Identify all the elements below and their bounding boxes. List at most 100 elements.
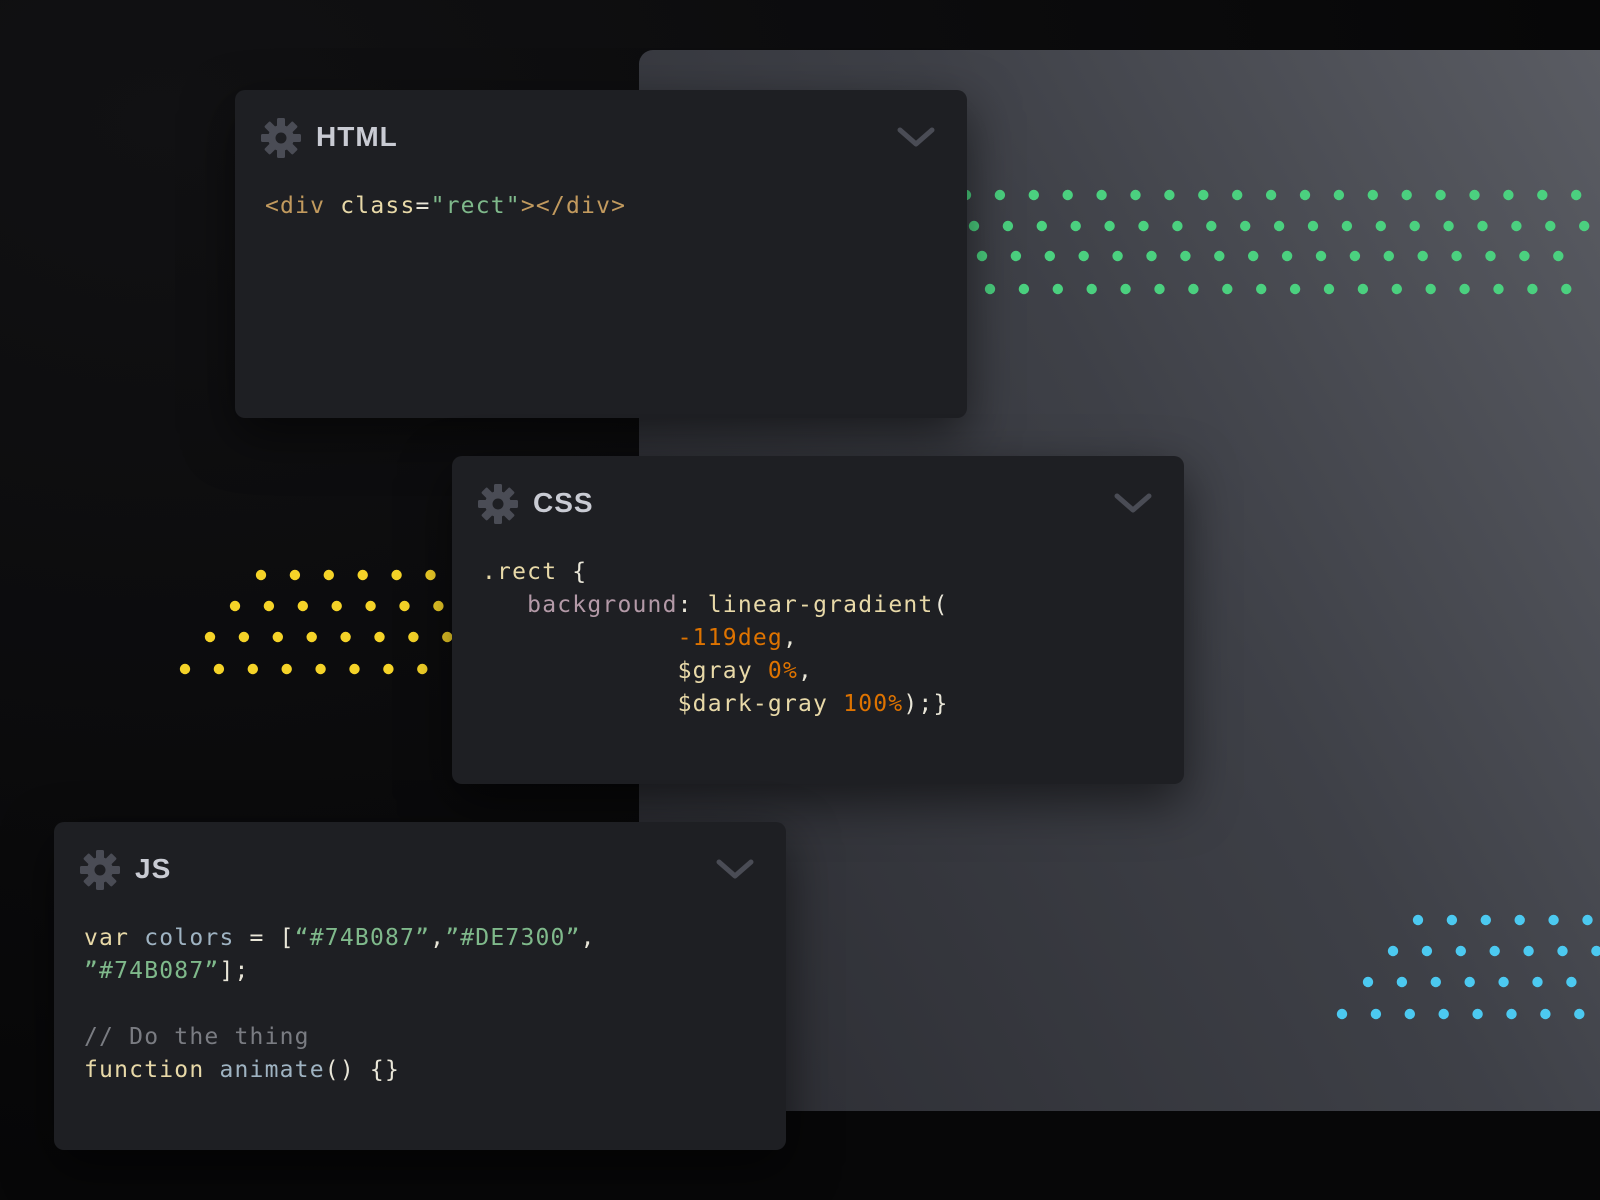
code-token: "rect" [430,193,521,219]
dot [1404,1008,1416,1020]
dot [213,663,225,675]
code-token: );} [903,691,949,717]
dot [391,569,402,581]
dot [425,569,436,581]
dot [433,600,444,612]
dot [1401,189,1412,201]
chevron-down-icon[interactable] [1112,486,1154,520]
dot [1164,189,1175,201]
code-token: “#74B087” [294,925,431,951]
dot [1120,283,1131,295]
dot [204,631,216,643]
code-token: function [84,1057,220,1083]
html-panel-header: HTML [235,90,967,182]
code-token: = [415,193,431,219]
dot [1498,976,1509,988]
code-token: linear-gradient [707,592,934,618]
js-panel-header: JS [54,822,786,914]
chevron-down-icon[interactable] [714,852,756,886]
dot [1248,250,1259,262]
dot [357,569,368,581]
dot [1256,283,1267,295]
dot [1430,976,1442,988]
dot [1307,220,1319,232]
dot [1028,189,1040,201]
gear-icon[interactable] [79,849,121,891]
dot [1323,283,1335,295]
dot [1553,250,1564,262]
dot [442,631,453,643]
dot [1455,945,1467,957]
dot [179,663,191,675]
dot [1052,283,1064,295]
code-token: ></div> [520,193,627,219]
dot [1222,283,1233,295]
dot [1417,250,1428,262]
dot [1086,283,1097,295]
dot [1489,945,1500,957]
dot [1561,283,1572,295]
dot [1591,945,1600,957]
gear-icon[interactable] [260,117,302,159]
dot [408,631,419,643]
dot [976,250,988,262]
yellow-dot-pattern [179,569,453,675]
dot [984,283,996,295]
code-token: background [527,592,678,618]
dot [1180,250,1191,262]
dot [1036,220,1048,232]
html-code[interactable]: <div class="rect"></div> [265,190,947,223]
dot [306,631,317,643]
dot [1281,250,1293,262]
dot [417,663,428,675]
html-editor-panel: HTML <div class="rect"></div> [235,90,967,418]
dot [1459,283,1470,295]
dot [1002,220,1014,232]
dot [1070,220,1081,232]
code-token: -119deg [677,625,783,651]
dot [1579,220,1590,232]
js-code[interactable]: var colors = [“#74B087”,”#DE7300”, ”#74B… [84,922,766,1087]
dot [1044,250,1056,262]
code-token: var [84,925,145,951]
dot [1387,945,1399,957]
code-token: 100% [843,691,904,717]
dot [1333,189,1345,201]
gear-icon[interactable] [477,483,519,525]
dot [1078,250,1089,262]
dot [1469,189,1480,201]
dot [1537,189,1548,201]
dot [1451,250,1462,262]
code-token: animate [219,1057,325,1083]
dot [1435,189,1446,201]
css-code[interactable]: .rect { background: linear-gradient( -11… [482,556,1164,721]
dot [1548,914,1559,926]
dot [229,600,241,612]
code-token: colors [144,925,235,951]
code-token: , [798,658,814,684]
dot [1557,945,1568,957]
dot [297,600,308,612]
dot [1188,283,1199,295]
js-panel-title: JS [135,853,172,884]
dot [1485,250,1496,262]
dot [994,189,1006,201]
dot [1472,1008,1483,1020]
dot [238,631,250,643]
code-token: , [580,925,596,951]
dot [1172,220,1183,232]
dot [1566,976,1577,988]
code-token: <div [265,193,341,219]
dot [365,600,376,612]
code-token: 0% [767,658,799,684]
dot [1540,1008,1551,1020]
dot [1493,283,1504,295]
dot [1370,1008,1382,1020]
dot [374,631,385,643]
code-token: .rect [482,559,573,585]
dot [1412,914,1424,926]
chevron-down-icon[interactable] [895,120,937,154]
